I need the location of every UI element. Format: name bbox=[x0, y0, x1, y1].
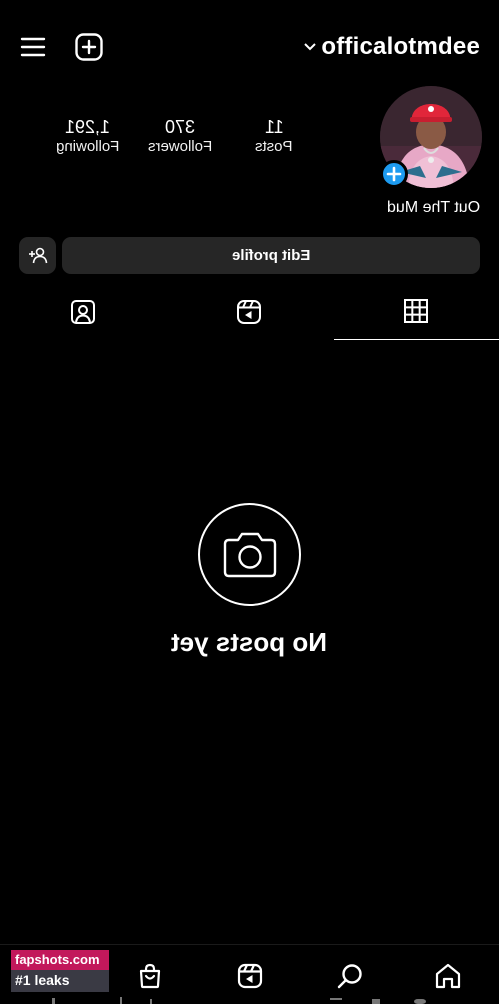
add-person-icon bbox=[28, 246, 48, 266]
watermark: fapshots.com #1 leaks bbox=[11, 950, 109, 992]
tab-posts-grid[interactable] bbox=[333, 298, 499, 340]
create-post-icon[interactable] bbox=[74, 32, 104, 62]
account-switcher[interactable]: officalotmdee bbox=[304, 33, 480, 61]
watermark-line2: #1 leaks bbox=[11, 970, 109, 992]
followers-label: Followers bbox=[147, 138, 213, 155]
bottom-edge-strip bbox=[0, 995, 499, 1004]
add-story-button[interactable] bbox=[380, 160, 408, 188]
posts-count: 11 bbox=[264, 117, 284, 137]
followers-count: 370 bbox=[164, 117, 196, 137]
following-label: Following bbox=[56, 138, 120, 155]
grid-icon bbox=[403, 298, 429, 324]
profile-display-name: Out The Mud bbox=[386, 199, 480, 216]
tab-tagged[interactable] bbox=[0, 298, 166, 340]
stat-followers[interactable]: 370 Followers bbox=[142, 116, 218, 156]
empty-state-title: No posts yet bbox=[171, 627, 328, 657]
home-icon[interactable] bbox=[434, 962, 462, 990]
reels-icon bbox=[235, 298, 263, 326]
following-count: 1,291 bbox=[65, 117, 111, 137]
tagged-icon bbox=[69, 298, 97, 326]
reels-nav-icon[interactable] bbox=[236, 962, 264, 990]
stat-posts[interactable]: 11 Posts bbox=[244, 116, 304, 156]
camera-icon bbox=[221, 530, 279, 580]
tab-reels[interactable] bbox=[166, 298, 332, 340]
search-icon[interactable] bbox=[336, 962, 364, 990]
active-tab-indicator bbox=[334, 339, 499, 340]
chevron-down-icon bbox=[303, 39, 317, 53]
discover-people-button[interactable] bbox=[19, 237, 56, 274]
empty-camera-circle bbox=[198, 503, 301, 606]
shop-icon[interactable] bbox=[136, 962, 164, 990]
watermark-line1: fapshots.com bbox=[11, 950, 109, 970]
posts-label: Posts bbox=[255, 138, 293, 155]
menu-icon[interactable] bbox=[19, 33, 49, 63]
stat-following[interactable]: 1,291 Following bbox=[50, 116, 126, 156]
edit-profile-label: Edit profile bbox=[231, 247, 311, 264]
edit-profile-button[interactable]: Edit profile bbox=[62, 237, 480, 274]
username-label: officalotmdee bbox=[321, 33, 480, 60]
